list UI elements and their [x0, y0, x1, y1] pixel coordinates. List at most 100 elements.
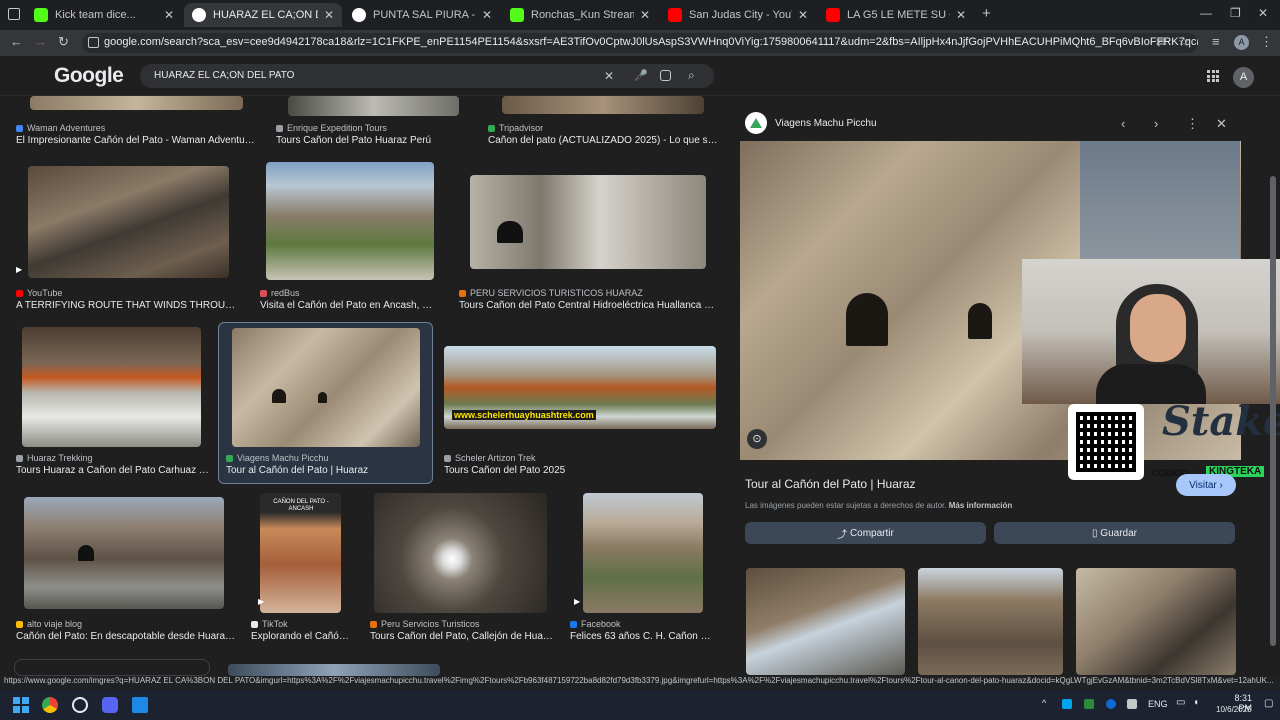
save-button[interactable]: ▯ Guardar — [994, 522, 1235, 544]
more-options-icon[interactable]: ⋮ — [1186, 116, 1199, 132]
result-caption[interactable]: Cañón del Pato: En descapotable desde Hu… — [16, 631, 236, 642]
bookmark-star-icon[interactable]: ☆ — [1178, 34, 1190, 50]
windows-start-icon[interactable] — [13, 697, 29, 713]
tray-app-icon[interactable] — [1084, 699, 1094, 709]
tab-5[interactable]: San Judas City - YouTube ✕ — [660, 3, 816, 27]
result-image[interactable] — [24, 497, 224, 609]
result-caption[interactable]: Tours Huaraz a Cañon del Pato Carhuaz - … — [16, 465, 212, 476]
result-caption[interactable]: Cañon del pato (ACTUALIZADO 2025) - Lo q… — [488, 135, 718, 146]
visit-button[interactable]: Visitar › — [1176, 474, 1236, 496]
close-panel-icon[interactable]: ✕ — [1216, 116, 1227, 132]
related-image[interactable] — [1076, 568, 1236, 675]
search-icon[interactable]: ⌕ — [688, 68, 695, 83]
share-button[interactable]: ⤴ Compartir — [745, 522, 986, 544]
volume-icon[interactable]: ◖ — [1193, 697, 1199, 708]
close-tab-icon[interactable]: ✕ — [640, 8, 650, 22]
result-image[interactable] — [22, 327, 201, 447]
close-tab-icon[interactable]: ✕ — [482, 8, 492, 22]
result-image[interactable] — [266, 162, 434, 280]
close-tab-icon[interactable]: ✕ — [324, 8, 334, 22]
account-avatar[interactable]: A — [1233, 67, 1254, 88]
forward-icon[interactable]: → — [34, 34, 47, 49]
obs-icon[interactable] — [72, 697, 88, 713]
panel-title[interactable]: Tour al Cañón del Pato | Huaraz — [745, 477, 916, 491]
profile-avatar[interactable]: A — [1234, 35, 1249, 50]
mic-icon[interactable]: 🎤 — [634, 69, 648, 82]
new-tab-icon[interactable]: + — [982, 5, 991, 22]
tab-title: LA G5 LE METE SU GOLPE A KI — [847, 9, 950, 21]
notifications-icon[interactable]: ▢ — [1264, 698, 1273, 709]
result-caption[interactable]: Tours Cañon del Pato Huaraz Perú — [276, 135, 446, 146]
tab-1[interactable]: Kick team dice... ✕ — [26, 3, 182, 27]
chrome-icon[interactable] — [42, 697, 58, 713]
search-input[interactable]: HUARAZ EL CA;ON DEL PATO — [154, 70, 294, 81]
restore-icon[interactable]: ❐ — [1230, 6, 1241, 20]
site-info-icon[interactable] — [88, 37, 99, 48]
result-source: Facebook — [570, 619, 621, 629]
address-bar[interactable]: google.com/search?sca_esv=cee9d4942178ca… — [82, 33, 1198, 53]
result-caption[interactable]: El Impresionante Cañón del Pato - Waman … — [16, 135, 256, 146]
result-caption[interactable]: Explorando el Cañón... — [251, 631, 351, 642]
close-tab-icon[interactable]: ✕ — [798, 8, 808, 22]
tab-search-icon[interactable] — [8, 8, 20, 20]
result-image[interactable] — [28, 166, 229, 278]
lens-search-icon[interactable]: ⊙ — [747, 429, 767, 449]
tab-2[interactable]: HUARAZ EL CA;ON DEL PATO - ✕ — [184, 3, 342, 27]
tab-title: PUNTA SAL PIURA - Buscar con — [373, 9, 476, 21]
reading-list-icon[interactable]: ≡ — [1212, 34, 1220, 49]
tray-app-icon[interactable] — [1127, 699, 1137, 709]
clock-date[interactable]: 10/6/2025 — [1216, 705, 1252, 714]
result-caption[interactable]: Tour al Cañón del Pato | Huaraz — [226, 465, 426, 476]
result-image[interactable] — [288, 96, 459, 116]
menu-icon[interactable]: ⋮ — [1260, 34, 1273, 50]
result-image[interactable] — [502, 96, 704, 114]
result-image[interactable] — [583, 493, 703, 613]
result-caption[interactable]: Tours Cañon del Pato 2025 — [444, 465, 684, 476]
result-image[interactable] — [232, 328, 420, 447]
apps-grid-icon[interactable] — [1207, 70, 1219, 82]
prev-icon[interactable]: ‹ — [1121, 116, 1125, 131]
close-tab-icon[interactable]: ✕ — [164, 8, 174, 22]
result-source: Scheler Artizon Trek — [444, 453, 536, 463]
preview-image-region — [1080, 141, 1240, 261]
tab-4[interactable]: Ronchas_Kun Stream - Watch Li ✕ — [502, 3, 658, 27]
tab-6[interactable]: LA G5 LE METE SU GOLPE A KI ✕ — [818, 3, 974, 27]
google-logo[interactable]: Google — [54, 64, 124, 88]
result-image[interactable] — [30, 96, 243, 110]
result-caption[interactable]: Tours Cañon del Pato, Callejón de Huay..… — [370, 631, 554, 642]
tab-3[interactable]: PUNTA SAL PIURA - Buscar con ✕ — [344, 3, 500, 27]
related-searches-chip[interactable] — [14, 659, 210, 676]
back-icon[interactable]: ← — [10, 34, 23, 49]
related-image[interactable] — [746, 568, 905, 675]
reload-icon[interactable]: ↻ — [58, 34, 69, 50]
video-play-icon: ▶ — [16, 265, 23, 274]
discord-icon[interactable] — [102, 697, 118, 713]
video-play-icon: ▶ — [574, 597, 581, 606]
network-icon[interactable]: ▭ — [1176, 697, 1185, 708]
close-tab-icon[interactable]: ✕ — [956, 8, 966, 22]
related-image[interactable] — [918, 568, 1063, 675]
result-caption[interactable]: Tours Cañon del Pato Central Hidroeléctr… — [459, 300, 715, 311]
link-status-bar: https://www.google.com/imgres?q=HUARAZ E… — [0, 676, 1280, 688]
notepad-icon[interactable] — [132, 697, 148, 713]
language-indicator[interactable]: ENG — [1148, 699, 1168, 709]
translate-icon[interactable]: ⇄ — [1156, 34, 1167, 50]
next-icon[interactable]: › — [1154, 116, 1158, 131]
result-caption[interactable]: Visita el Cañón del Pato en Áncash, un..… — [260, 300, 436, 311]
more-info-link[interactable]: Más información — [949, 501, 1013, 510]
tray-chevron-icon[interactable]: ^ — [1042, 698, 1046, 708]
result-caption[interactable]: A TERRIFYING ROUTE THAT WINDS THROUGH... — [16, 300, 240, 311]
minimize-icon[interactable]: — — [1200, 6, 1212, 20]
close-window-icon[interactable]: ✕ — [1258, 6, 1268, 20]
result-caption[interactable]: Felices 63 años C. H. Cañon de... — [570, 631, 716, 642]
result-image[interactable] — [228, 664, 440, 676]
clear-search-icon[interactable]: ✕ — [604, 69, 614, 83]
result-image[interactable] — [374, 493, 547, 613]
scrollbar-thumb[interactable] — [1270, 176, 1276, 646]
panel-source[interactable]: Viagens Machu Picchu — [775, 118, 877, 129]
bluetooth-icon[interactable] — [1106, 699, 1116, 709]
tray-app-icon[interactable] — [1062, 699, 1072, 709]
site-icon — [260, 289, 267, 297]
lens-icon[interactable] — [660, 70, 671, 81]
result-source: Tripadvisor — [488, 123, 543, 133]
